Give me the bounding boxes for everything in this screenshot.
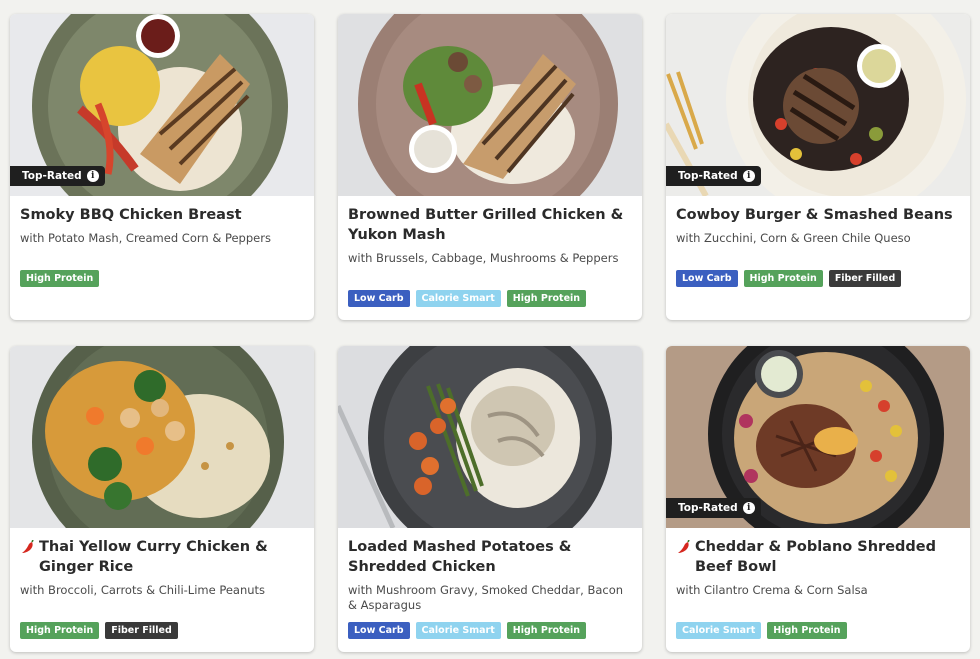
- meal-photo[interactable]: [338, 346, 642, 528]
- tag-high-protein: High Protein: [506, 290, 587, 307]
- meal-tags: High Protein: [20, 270, 100, 287]
- tag-calorie-smart: Calorie Smart: [676, 622, 762, 639]
- tag-low-carb: Low Carb: [676, 270, 738, 287]
- top-rated-badge[interactable]: Top-Rated i: [666, 166, 761, 186]
- meal-tags: Low Carb High Protein Fiber Filled: [676, 270, 902, 287]
- meal-title[interactable]: Cheddar & Poblano Shredded Beef Bowl: [676, 537, 962, 577]
- tag-calorie-smart: Calorie Smart: [415, 290, 501, 307]
- meal-subtitle: with Zucchini, Corn & Green Chile Queso: [676, 231, 911, 245]
- top-rated-badge[interactable]: Top-Rated i: [666, 498, 761, 518]
- top-rated-badge[interactable]: Top-Rated i: [10, 166, 105, 186]
- meal-subtitle: with Brussels, Cabbage, Mushrooms & Pepp…: [348, 251, 619, 265]
- spicy-icon: [22, 540, 34, 553]
- meal-title-text: Smoky BBQ Chicken Breast: [20, 207, 242, 223]
- meal-grid: Top-Rated i Smoky BBQ Chicken Breast wit…: [0, 0, 980, 659]
- meal-tags: Low Carb Calorie Smart High Protein: [348, 290, 587, 307]
- meal-photo[interactable]: [338, 14, 642, 196]
- meal-title-text: Thai Yellow Curry Chicken & Ginger Rice: [39, 539, 268, 575]
- tag-low-carb: Low Carb: [348, 290, 410, 307]
- tag-high-protein: High Protein: [743, 270, 823, 287]
- meal-subtitle: with Potato Mash, Creamed Corn & Peppers: [20, 231, 271, 245]
- meal-card-loaded-mashed-potatoes[interactable]: Loaded Mashed Potatoes & Shredded Chicke…: [338, 346, 642, 652]
- meal-tags: Low Carb Calorie Smart High Protein: [348, 622, 587, 639]
- meal-photo[interactable]: [10, 346, 314, 528]
- tag-calorie-smart: Calorie Smart: [415, 622, 501, 639]
- tag-low-carb: Low Carb: [348, 622, 410, 639]
- meal-title-text: Loaded Mashed Potatoes & Shredded Chicke…: [348, 539, 572, 575]
- meal-card-cowboy-burger[interactable]: Top-Rated i Cowboy Burger & Smashed Bean…: [666, 14, 970, 320]
- meal-title-text: Browned Butter Grilled Chicken & Yukon M…: [348, 207, 624, 243]
- meal-title[interactable]: Loaded Mashed Potatoes & Shredded Chicke…: [348, 537, 634, 577]
- tag-high-protein: High Protein: [767, 622, 847, 639]
- meal-card-browned-butter-chicken[interactable]: Browned Butter Grilled Chicken & Yukon M…: [338, 14, 642, 320]
- meal-tags: Calorie Smart High Protein: [676, 622, 847, 639]
- meal-title[interactable]: Thai Yellow Curry Chicken & Ginger Rice: [20, 537, 306, 577]
- top-rated-label: Top-Rated: [22, 170, 82, 182]
- meal-card-thai-yellow-curry[interactable]: Thai Yellow Curry Chicken & Ginger Rice …: [10, 346, 314, 652]
- info-icon[interactable]: i: [86, 170, 99, 182]
- tag-fiber-filled: Fiber Filled: [828, 270, 902, 287]
- meal-title-text: Cheddar & Poblano Shredded Beef Bowl: [695, 539, 937, 575]
- meal-subtitle: with Mushroom Gravy, Smoked Cheddar, Bac…: [348, 583, 624, 612]
- tag-high-protein: High Protein: [506, 622, 587, 639]
- spicy-icon: [678, 540, 690, 553]
- meal-card-smoky-bbq-chicken[interactable]: Top-Rated i Smoky BBQ Chicken Breast wit…: [10, 14, 314, 320]
- top-rated-label: Top-Rated: [678, 502, 738, 514]
- meal-tags: High Protein Fiber Filled: [20, 622, 178, 639]
- info-icon[interactable]: i: [742, 502, 755, 514]
- meal-card-cheddar-poblano-beef[interactable]: Top-Rated i Cheddar & Poblano Shredded B…: [666, 346, 970, 652]
- meal-title[interactable]: Browned Butter Grilled Chicken & Yukon M…: [348, 205, 634, 245]
- meal-subtitle: with Broccoli, Carrots & Chili-Lime Pean…: [20, 583, 266, 597]
- meal-title[interactable]: Cowboy Burger & Smashed Beans: [676, 205, 962, 225]
- info-icon[interactable]: i: [742, 170, 755, 182]
- meal-title-text: Cowboy Burger & Smashed Beans: [676, 207, 953, 223]
- tag-high-protein: High Protein: [20, 622, 100, 639]
- tag-fiber-filled: Fiber Filled: [105, 622, 178, 639]
- tag-high-protein: High Protein: [20, 270, 100, 287]
- meal-subtitle: with Cilantro Crema & Corn Salsa: [676, 583, 868, 597]
- meal-title[interactable]: Smoky BBQ Chicken Breast: [20, 205, 306, 225]
- top-rated-label: Top-Rated: [678, 170, 738, 182]
